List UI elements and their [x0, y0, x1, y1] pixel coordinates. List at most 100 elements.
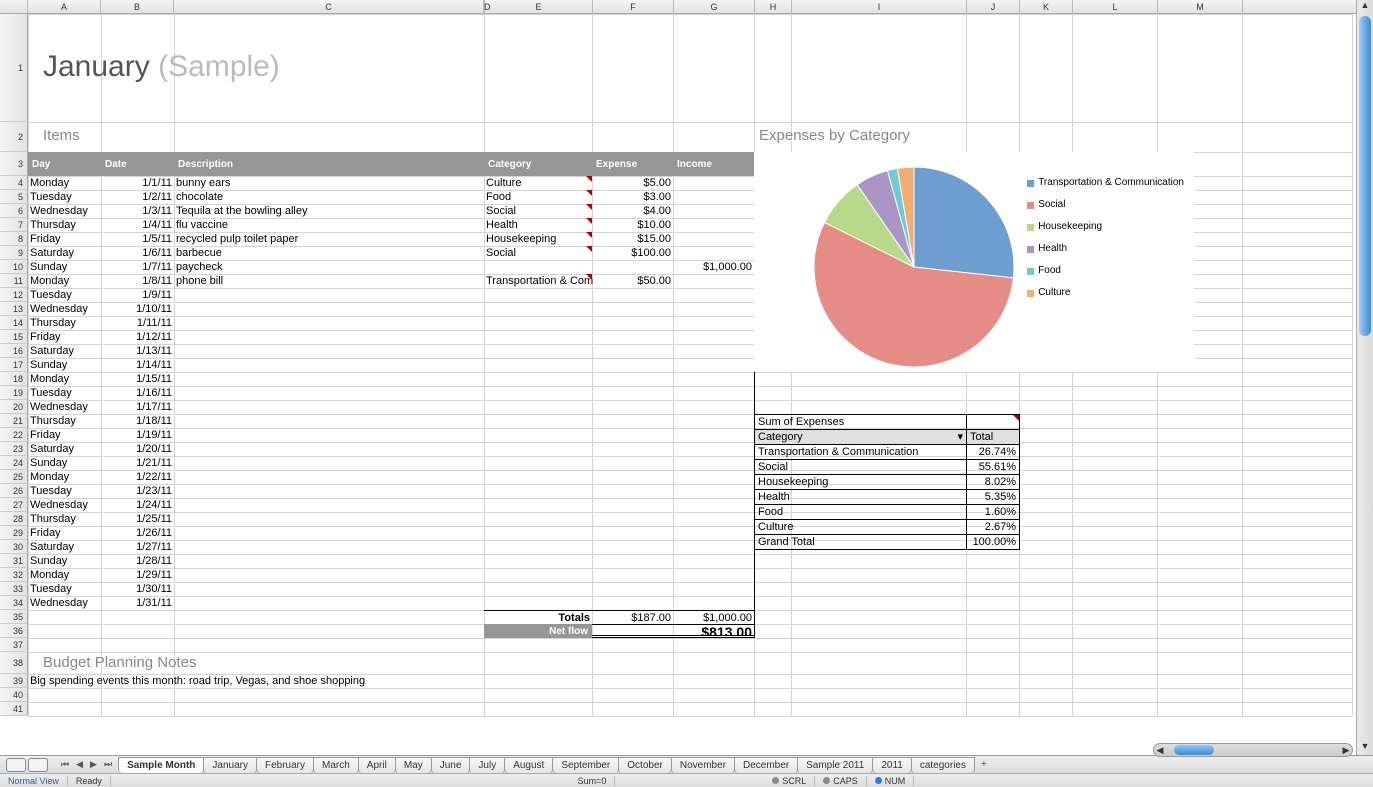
cell-day-30[interactable]: Saturday: [28, 540, 101, 554]
cell-inc-23[interactable]: [673, 442, 754, 456]
row-header-34[interactable]: 34: [0, 596, 28, 610]
cell-date-17[interactable]: 1/14/11: [101, 358, 174, 372]
hscroll-left-arrow[interactable]: ◀: [1154, 745, 1166, 756]
horizontal-scrollbar[interactable]: ◀ ▶: [1153, 743, 1353, 757]
cell-exp-32[interactable]: [592, 568, 673, 582]
cell-cat-16[interactable]: [484, 344, 592, 358]
cell-exp-22[interactable]: [592, 428, 673, 442]
cell-day-25[interactable]: Monday: [28, 470, 101, 484]
cell-date-31[interactable]: 1/28/11: [101, 554, 174, 568]
row-header-18[interactable]: 18: [0, 372, 28, 386]
cell-desc-27[interactable]: [174, 498, 484, 512]
cell-date-28[interactable]: 1/25/11: [101, 512, 174, 526]
cell-desc-11[interactable]: phone bill: [174, 274, 484, 288]
row-header-35[interactable]: 35: [0, 610, 28, 624]
header-category[interactable]: Category: [484, 152, 592, 176]
cell-date-24[interactable]: 1/21/11: [101, 456, 174, 470]
cell-exp-4[interactable]: $5.00: [592, 176, 673, 190]
cell-exp-28[interactable]: [592, 512, 673, 526]
row-header-13[interactable]: 13: [0, 302, 28, 316]
cell-desc-22[interactable]: [174, 428, 484, 442]
cell-desc-6[interactable]: Tequila at the bowling alley: [174, 204, 484, 218]
cell-inc-8[interactable]: [673, 232, 754, 246]
cell-date-16[interactable]: 1/13/11: [101, 344, 174, 358]
cell-desc-8[interactable]: recycled pulp toilet paper: [174, 232, 484, 246]
cell-desc-7[interactable]: flu vaccine: [174, 218, 484, 232]
cell-date-21[interactable]: 1/18/11: [101, 414, 174, 428]
cell-desc-26[interactable]: [174, 484, 484, 498]
cell-day-27[interactable]: Wednesday: [28, 498, 101, 512]
sheet-tab-november[interactable]: November: [671, 757, 735, 773]
cell-exp-8[interactable]: $15.00: [592, 232, 673, 246]
cell-cat-19[interactable]: [484, 386, 592, 400]
cell-date-11[interactable]: 1/8/11: [101, 274, 174, 288]
cell-cat-5[interactable]: Food: [484, 190, 592, 204]
sheet-tab-june[interactable]: June: [431, 757, 471, 773]
cell-inc-16[interactable]: [673, 344, 754, 358]
cell-cat-31[interactable]: [484, 554, 592, 568]
tab-last-icon[interactable]: ⏭: [101, 758, 115, 771]
cell-desc-34[interactable]: [174, 596, 484, 610]
col-header-B[interactable]: B: [101, 0, 174, 13]
header-expense[interactable]: Expense: [592, 152, 673, 176]
cell-day-24[interactable]: Sunday: [28, 456, 101, 470]
row-header-6[interactable]: 6: [0, 204, 28, 218]
header-description[interactable]: Description: [174, 152, 484, 176]
cell-date-26[interactable]: 1/23/11: [101, 484, 174, 498]
sheet-tab-july[interactable]: July: [469, 757, 505, 773]
cell-day-21[interactable]: Thursday: [28, 414, 101, 428]
cell-exp-33[interactable]: [592, 582, 673, 596]
cell-exp-34[interactable]: [592, 596, 673, 610]
cell-date-7[interactable]: 1/4/11: [101, 218, 174, 232]
cell-inc-25[interactable]: [673, 470, 754, 484]
sheet-tab-december[interactable]: December: [734, 757, 798, 773]
cell-cat-33[interactable]: [484, 582, 592, 596]
cell-day-26[interactable]: Tuesday: [28, 484, 101, 498]
cell-cat-27[interactable]: [484, 498, 592, 512]
row-header-32[interactable]: 32: [0, 568, 28, 582]
pivot-table[interactable]: Sum of ExpensesCategory ▾TotalTransporta…: [754, 414, 1020, 550]
tab-prev-icon[interactable]: ◀: [73, 758, 86, 771]
cell-exp-30[interactable]: [592, 540, 673, 554]
cell-exp-23[interactable]: [592, 442, 673, 456]
cell-inc-31[interactable]: [673, 554, 754, 568]
cell-day-4[interactable]: Monday: [28, 176, 101, 190]
cell-desc-16[interactable]: [174, 344, 484, 358]
add-sheet-icon[interactable]: +: [975, 759, 993, 770]
cell-exp-12[interactable]: [592, 288, 673, 302]
cell-cat-15[interactable]: [484, 330, 592, 344]
header-date[interactable]: Date: [101, 152, 174, 176]
normal-view-icon[interactable]: [6, 758, 26, 772]
cell-inc-13[interactable]: [673, 302, 754, 316]
cell-desc-14[interactable]: [174, 316, 484, 330]
cell-exp-18[interactable]: [592, 372, 673, 386]
cell-desc-13[interactable]: [174, 302, 484, 316]
cell-cat-8[interactable]: Housekeeping: [484, 232, 592, 246]
cell-exp-27[interactable]: [592, 498, 673, 512]
cell-day-10[interactable]: Sunday: [28, 260, 101, 274]
cell-date-23[interactable]: 1/20/11: [101, 442, 174, 456]
cell-day-7[interactable]: Thursday: [28, 218, 101, 232]
sheet-tab-january[interactable]: January: [203, 757, 257, 773]
row-header-12[interactable]: 12: [0, 288, 28, 302]
row-header-21[interactable]: 21: [0, 414, 28, 428]
column-headers[interactable]: ABCDEFGHIJKLM: [0, 0, 1373, 14]
cell-desc-18[interactable]: [174, 372, 484, 386]
sheet-tab-april[interactable]: April: [358, 757, 396, 773]
cell-date-5[interactable]: 1/2/11: [101, 190, 174, 204]
cell-cat-25[interactable]: [484, 470, 592, 484]
row-header-30[interactable]: 30: [0, 540, 28, 554]
cell-date-30[interactable]: 1/27/11: [101, 540, 174, 554]
cell-cat-12[interactable]: [484, 288, 592, 302]
cell-inc-26[interactable]: [673, 484, 754, 498]
cell-inc-14[interactable]: [673, 316, 754, 330]
row-headers[interactable]: 1234567891011121314151617181920212223242…: [0, 14, 28, 716]
row-header-23[interactable]: 23: [0, 442, 28, 456]
col-header-H[interactable]: H: [755, 0, 792, 13]
row-header-22[interactable]: 22: [0, 428, 28, 442]
cell-cat-32[interactable]: [484, 568, 592, 582]
cell-inc-5[interactable]: [673, 190, 754, 204]
cell-cat-28[interactable]: [484, 512, 592, 526]
row-header-15[interactable]: 15: [0, 330, 28, 344]
cell-inc-9[interactable]: [673, 246, 754, 260]
